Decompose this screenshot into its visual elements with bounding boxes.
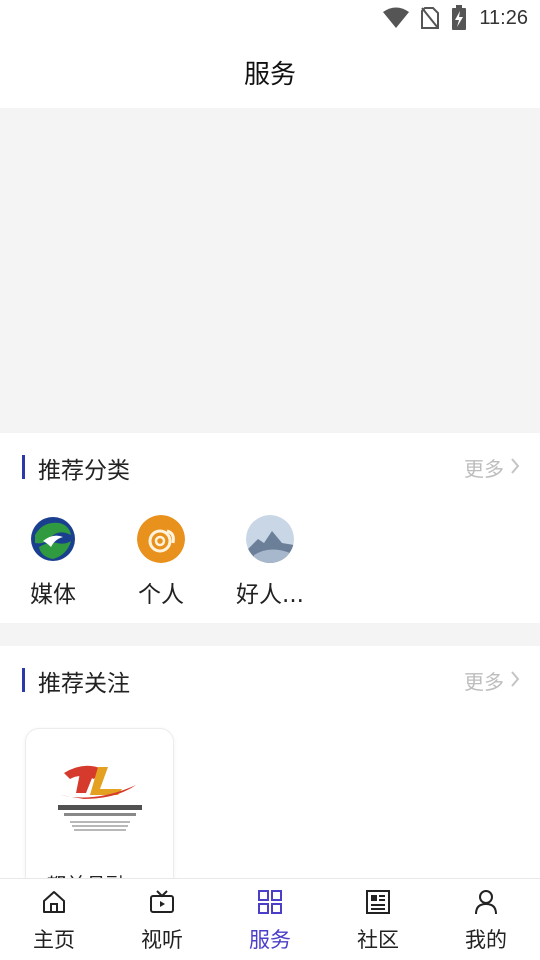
tab-label: 主页: [33, 928, 75, 952]
tab-label: 服务: [249, 928, 291, 952]
section-accent-bar: [22, 668, 25, 692]
bottom-tab-bar: 主页 视听 服务 社区 我的: [0, 878, 540, 960]
tab-me[interactable]: 我的: [432, 879, 540, 960]
category-list: 媒体 个人 好人...: [0, 515, 540, 615]
category-item-personal[interactable]: 个人: [116, 515, 206, 609]
status-bar: 11:26: [0, 0, 540, 36]
tab-services[interactable]: 服务: [216, 879, 324, 960]
tab-label: 社区: [357, 928, 399, 952]
tab-label: 视听: [141, 928, 183, 952]
section-header: 推荐分类 更多: [0, 433, 540, 503]
tab-video[interactable]: 视听: [108, 879, 216, 960]
recommended-follow-section: 推荐关注 更多 都兰县融...: [0, 646, 540, 878]
grid-icon: [256, 888, 284, 916]
tv-icon: [148, 888, 176, 916]
banner-area[interactable]: [0, 108, 540, 433]
app-header: 服务: [0, 36, 540, 108]
personal-avatar-icon: [137, 515, 185, 563]
tab-community[interactable]: 社区: [324, 879, 432, 960]
newspaper-icon: [364, 888, 392, 916]
category-label: 好人...: [236, 582, 304, 608]
chevron-right-icon: [510, 669, 520, 693]
wifi-icon: [383, 7, 410, 29]
section-title: 推荐关注: [38, 671, 130, 697]
section-divider: [0, 623, 540, 646]
more-label: 更多: [464, 457, 504, 481]
category-item-media[interactable]: 媒体: [8, 515, 98, 609]
page-title: 服务: [243, 59, 296, 90]
tab-label: 我的: [465, 928, 507, 952]
section-accent-bar: [22, 455, 25, 479]
more-categories-link[interactable]: 更多: [464, 453, 520, 482]
tab-home[interactable]: 主页: [0, 879, 108, 960]
good-people-avatar-icon: [246, 515, 294, 563]
follow-card-name: 都兰县融...: [46, 869, 145, 878]
media-avatar-icon: [29, 515, 77, 563]
more-label: 更多: [464, 670, 504, 694]
no-sim-icon: [421, 6, 440, 30]
section-title: 推荐分类: [38, 458, 130, 484]
category-label: 个人: [138, 582, 184, 608]
recommended-categories-section: 推荐分类 更多 媒体 个人 好人...: [0, 433, 540, 623]
status-time: 11:26: [479, 6, 528, 29]
category-label: 媒体: [30, 582, 76, 608]
chevron-right-icon: [510, 456, 520, 480]
user-icon: [472, 888, 500, 916]
category-item-good-people[interactable]: 好人...: [225, 515, 315, 609]
home-icon: [40, 888, 68, 916]
dulan-tv-logo: [50, 759, 150, 839]
follow-card[interactable]: 都兰县融...: [25, 728, 174, 878]
more-follow-link[interactable]: 更多: [464, 666, 520, 695]
battery-charging-icon: [451, 5, 467, 31]
section-header: 推荐关注 更多: [0, 646, 540, 716]
